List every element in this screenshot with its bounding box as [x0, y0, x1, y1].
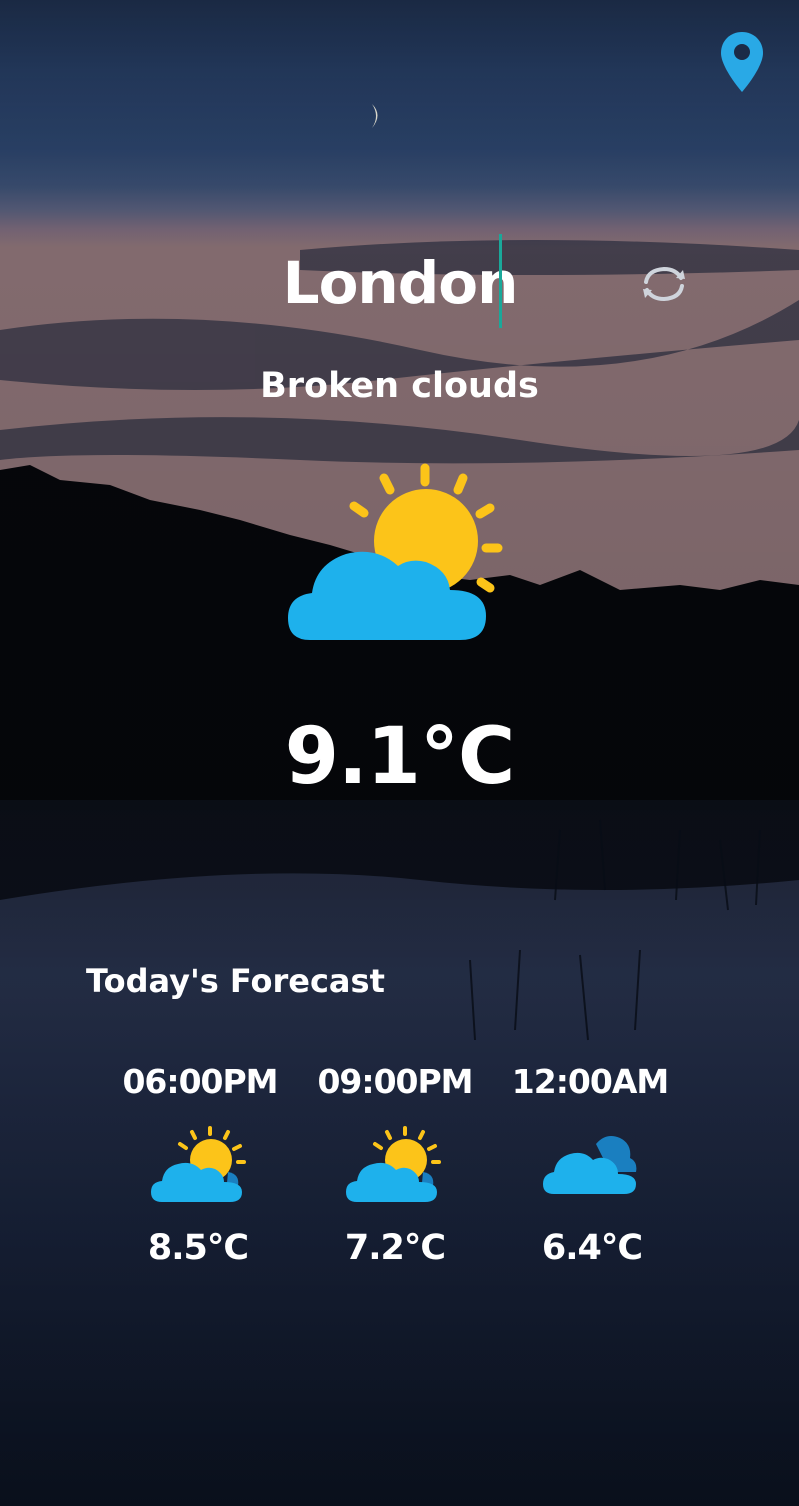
- forecast-temperature: 6.4°C: [541, 1228, 643, 1268]
- location-button[interactable]: [718, 30, 766, 94]
- text-cursor: [499, 234, 502, 328]
- current-weather-icon: [280, 458, 520, 648]
- city-input[interactable]: [180, 238, 620, 328]
- sun-behind-cloud-icon: [343, 1124, 443, 1206]
- forecast-time: 06:00PM: [122, 1062, 278, 1101]
- refresh-button[interactable]: [636, 262, 692, 306]
- forecast-temperature: 8.5°C: [147, 1228, 249, 1268]
- forecast-time: 09:00PM: [317, 1062, 473, 1101]
- forecast-temperature: 7.2°C: [344, 1228, 446, 1268]
- refresh-icon: [643, 266, 685, 302]
- sun-behind-cloud-icon: [148, 1124, 248, 1206]
- sun-behind-cloud-icon: [288, 463, 503, 640]
- weather-description: Broken clouds: [260, 366, 539, 406]
- location-pin-icon: [721, 32, 763, 92]
- cloud-icon: [540, 1130, 640, 1200]
- forecast-time: 12:00AM: [511, 1062, 669, 1101]
- current-temperature: 9.1°C: [284, 712, 515, 802]
- forecast-title: Today's Forecast: [86, 962, 385, 1000]
